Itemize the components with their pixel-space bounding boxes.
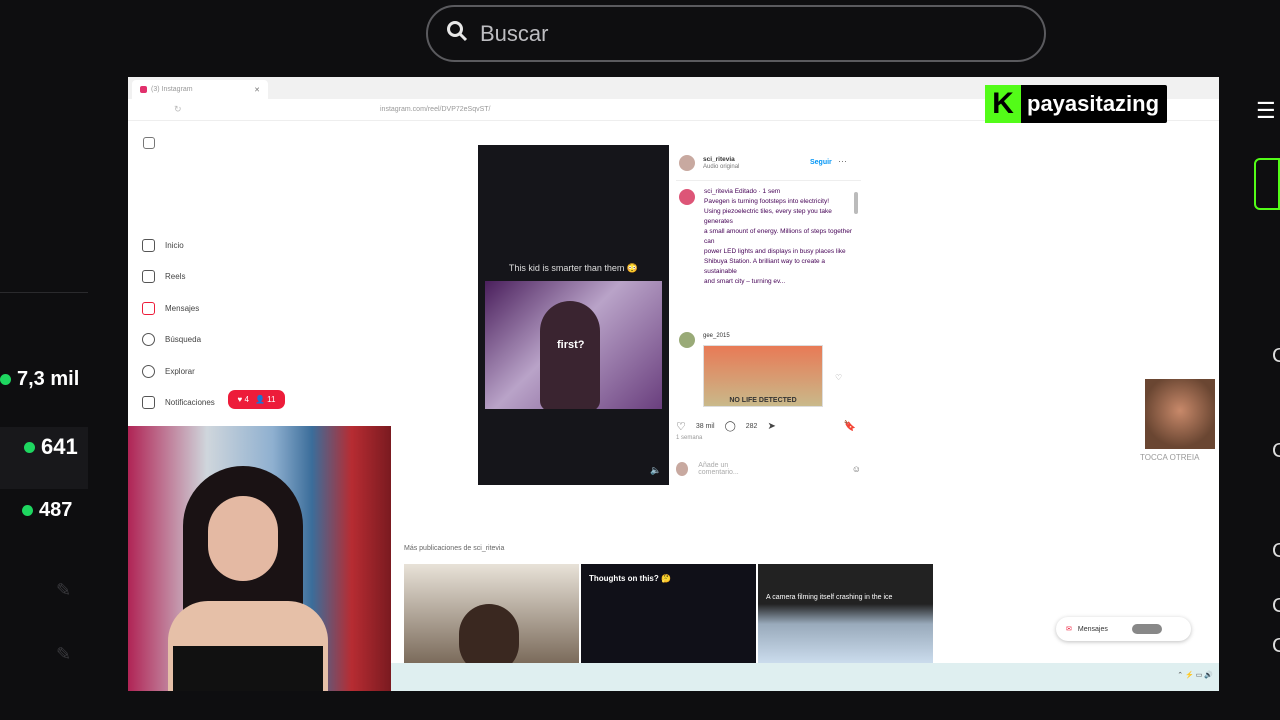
emoji-icon[interactable]: ☺ (852, 464, 861, 474)
chat-fragment: C (1272, 635, 1280, 657)
nav-explore[interactable]: Explorar (142, 365, 195, 378)
like-comment-icon[interactable]: ♡ (835, 373, 842, 382)
post-thumbnail[interactable]: A camera filming itself crashing in the … (758, 564, 933, 664)
chat-fragment: C (1272, 345, 1280, 367)
search-placeholder: Buscar (480, 20, 549, 46)
avatar[interactable] (679, 189, 695, 205)
reel-video[interactable]: This kid is smarter than them 😳 first? 🔈 (478, 145, 669, 485)
search-input[interactable]: Buscar (426, 5, 1046, 62)
follow-button[interactable]: Seguir (810, 159, 832, 166)
search-icon (446, 20, 468, 47)
like-icon[interactable]: ♡ (676, 420, 686, 433)
kick-badge: K payasitazing (985, 85, 1168, 123)
home-icon (142, 239, 155, 252)
video-overlay-text: first? (557, 339, 585, 351)
chat-fragment: C (1272, 440, 1280, 462)
more-posts-label: Más publicaciones de sci_ritevia (404, 545, 505, 552)
author-name[interactable]: sci_ritevia (703, 156, 735, 163)
stat-count-3: 487 (22, 499, 72, 522)
chat-fragment: C (1272, 595, 1280, 617)
avatar-group (1131, 624, 1162, 634)
nav-home[interactable]: Inicio (142, 239, 184, 252)
scrollbar[interactable] (854, 192, 858, 214)
highlighted-chat-item[interactable] (1254, 158, 1280, 210)
instagram-icon (140, 86, 147, 93)
avatar[interactable] (679, 332, 695, 348)
messages-button[interactable]: ✉ Mensajes (1056, 617, 1191, 641)
chat-fragment: C (1272, 540, 1280, 562)
system-tray[interactable]: ⌃ ⚡ ▭ 🔊 (1177, 671, 1213, 679)
webcam-overlay (128, 426, 391, 691)
comments-panel: sci_ritevia Audio original Seguir ··· sc… (676, 152, 861, 484)
mute-icon[interactable]: 🔈 (650, 465, 661, 476)
post-caption: sci_ritevia Editado · 1 sem Pavegen is t… (704, 188, 853, 285)
nav-notifications[interactable]: Notificaciones (142, 396, 215, 409)
meme-caption: TOCCA OTREIA (1140, 453, 1200, 462)
post-thumbnail[interactable]: Thoughts on this? 🤔 (581, 564, 756, 664)
viewer-count: 7,3 mil (0, 368, 79, 391)
streamer-name: payasitazing (1027, 91, 1160, 116)
messages-icon: ✉ (1066, 626, 1072, 633)
bookmark-icon[interactable]: 🔖 (844, 421, 856, 432)
notification-badge: ♥ 4 👤 11 (228, 390, 285, 409)
messages-icon (142, 302, 155, 315)
more-icon[interactable]: ··· (838, 156, 847, 166)
close-icon[interactable]: ✕ (254, 86, 260, 94)
comment-icon[interactable]: ◯ (725, 421, 736, 432)
reload-icon[interactable]: ↻ (174, 104, 182, 115)
video-caption: This kid is smarter than them 😳 (508, 263, 639, 273)
post-thumbnail[interactable] (404, 564, 579, 664)
heart-icon (142, 396, 155, 409)
comment-image: NO LIFE DETECTED (703, 345, 823, 407)
share-icon[interactable]: ➤ (767, 421, 775, 432)
divider (0, 292, 88, 293)
search-icon (142, 333, 155, 346)
reels-icon (142, 270, 155, 283)
browser-tab[interactable]: (3) Instagram ✕ (132, 80, 268, 99)
comment-user[interactable]: gee_2015 (703, 333, 730, 339)
nav-reels[interactable]: Reels (142, 270, 185, 283)
post-actions: ♡ 38 mil ◯ 282 ➤ 🔖 (676, 420, 856, 433)
add-comment[interactable]: Añade un comentario... ☺ (676, 462, 861, 476)
avatar[interactable] (679, 155, 695, 171)
post-time: 1 semana (676, 435, 703, 441)
nav-search[interactable]: Búsqueda (142, 333, 201, 346)
menu-icon[interactable]: ☰ (1256, 98, 1276, 124)
pencil-icon[interactable]: ✎ (56, 644, 78, 664)
meme-image (1145, 379, 1215, 449)
kick-logo-icon: K (985, 85, 1021, 123)
pencil-icon[interactable]: ✎ (56, 580, 78, 600)
url-text[interactable]: instagram.com/reel/DVP72eSqvST/ (380, 106, 491, 113)
comment-image-text: NO LIFE DETECTED (729, 397, 797, 404)
avatar (676, 462, 689, 476)
taskbar: ⌃ ⚡ ▭ 🔊 (390, 663, 1219, 691)
compass-icon (142, 365, 155, 378)
audio-label[interactable]: Audio original (703, 164, 739, 170)
nav-messages[interactable]: Mensajes (142, 302, 199, 315)
video-frame: first? (485, 281, 662, 409)
instagram-icon[interactable] (143, 137, 155, 149)
stat-count-2: 641 (24, 434, 78, 460)
